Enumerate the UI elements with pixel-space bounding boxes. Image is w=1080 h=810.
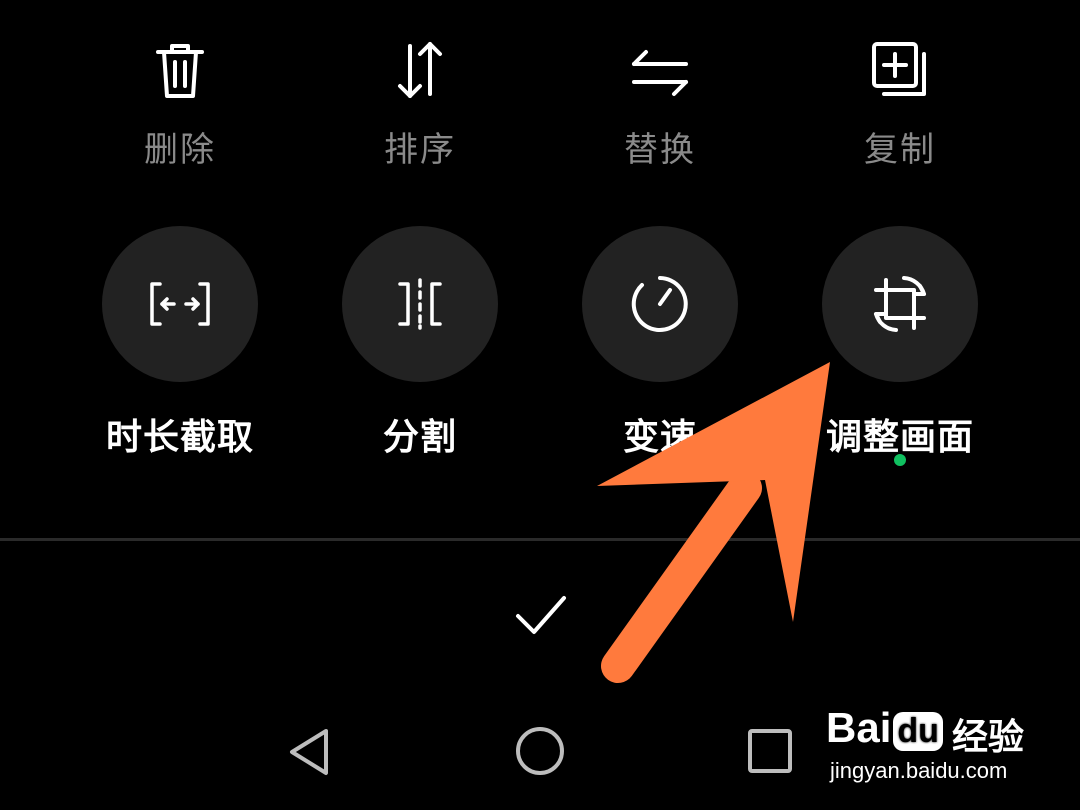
- watermark-url: jingyan.baidu.com: [830, 758, 1008, 783]
- replace-button[interactable]: 替换: [580, 40, 740, 171]
- watermark-brand-prefix: Bai: [826, 704, 892, 751]
- copy-add-icon: [872, 42, 926, 96]
- adjust-frame-label: 调整画面: [825, 417, 974, 458]
- sort-label: 排序: [384, 130, 456, 170]
- adjust-frame-circle[interactable]: [822, 226, 978, 382]
- speed-circle[interactable]: [582, 226, 738, 382]
- sort-arrows-icon: [398, 42, 442, 98]
- crop-rotate-icon: [874, 276, 926, 332]
- copy-label: 复制: [864, 130, 936, 170]
- split-button[interactable]: 分割: [320, 226, 520, 460]
- copy-button[interactable]: 复制: [820, 40, 980, 171]
- watermark-brand-cn: 经验: [952, 717, 1025, 758]
- recents-square-icon[interactable]: [746, 727, 794, 775]
- trim-duration-label: 时长截取: [105, 417, 254, 458]
- sort-button[interactable]: 排序: [340, 40, 500, 171]
- delete-button[interactable]: 删除: [100, 40, 260, 171]
- split-label: 分割: [382, 417, 457, 458]
- speedometer-icon: [631, 276, 688, 332]
- checkmark-icon: [516, 596, 566, 634]
- annotation-arrow-shaft: [601, 471, 762, 683]
- split-icon: [398, 278, 442, 330]
- home-circle-icon[interactable]: [514, 725, 566, 777]
- divider: [0, 538, 1080, 541]
- confirm-button[interactable]: [512, 592, 568, 638]
- trim-duration-circle[interactable]: [102, 226, 258, 382]
- new-feature-dot: [894, 454, 906, 466]
- adjust-frame-button[interactable]: 调整画面: [800, 226, 1000, 460]
- trim-duration-button[interactable]: 时长截取: [80, 226, 280, 460]
- speed-button[interactable]: 变速: [560, 226, 760, 460]
- trash-icon: [156, 44, 204, 98]
- delete-label: 删除: [144, 130, 216, 170]
- tool-row: 时长截取 分割 变速 调整画面: [0, 226, 1080, 466]
- split-circle[interactable]: [342, 226, 498, 382]
- replace-label: 替换: [624, 130, 696, 170]
- watermark-brand-du: du: [893, 712, 943, 751]
- watermark-brand: Bai du: [826, 704, 943, 752]
- baidu-watermark: Bai du 经验 jingyan.baidu.com: [826, 690, 1046, 790]
- back-triangle-icon[interactable]: [286, 727, 334, 777]
- trim-duration-icon: [150, 282, 210, 326]
- replace-arrows-icon: [632, 50, 688, 96]
- top-action-row: 删除 排序 替换 复制: [0, 40, 1080, 180]
- speed-label: 变速: [622, 417, 697, 458]
